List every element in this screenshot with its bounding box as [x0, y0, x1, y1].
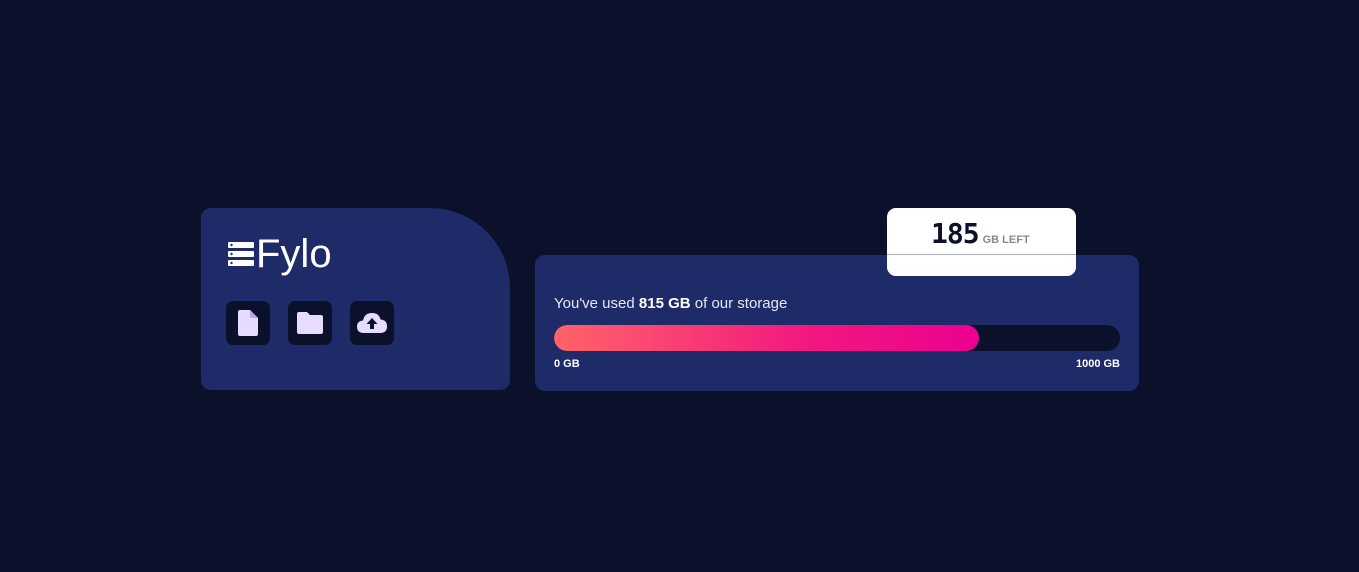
folder-button[interactable] — [288, 301, 332, 345]
logo: Fylo — [228, 234, 332, 274]
remaining-value: 185 GB LEFT — [931, 217, 1030, 250]
cloud-upload-button[interactable] — [350, 301, 394, 345]
remaining-number: 185 — [931, 217, 980, 250]
server-stack-icon — [228, 241, 254, 267]
page: Fylo You've used 815 GB of our storage 0… — [0, 0, 1359, 572]
storage-progress-fill — [554, 325, 979, 351]
progress-min-label: 0 GB — [554, 358, 580, 370]
usage-amount: 815 GB — [638, 295, 691, 312]
storage-progress-bar — [554, 325, 1120, 351]
folder-icon — [297, 312, 323, 334]
upload-toolbar — [226, 301, 394, 345]
brand-card: Fylo — [201, 208, 510, 390]
usage-prefix: You've used — [554, 295, 639, 312]
file-icon — [238, 310, 258, 336]
callout-divider — [887, 254, 1076, 255]
remaining-callout: 185 GB LEFT — [887, 208, 1076, 276]
document-button[interactable] — [226, 301, 270, 345]
brand-name: Fylo — [256, 232, 332, 276]
cloud-upload-icon — [357, 312, 387, 334]
remaining-unit: GB LEFT — [982, 234, 1030, 246]
progress-max-label: 1000 GB — [1075, 358, 1120, 370]
usage-summary: You've used 815 GB of our storage — [554, 295, 787, 312]
usage-suffix: of our storage — [690, 295, 788, 312]
